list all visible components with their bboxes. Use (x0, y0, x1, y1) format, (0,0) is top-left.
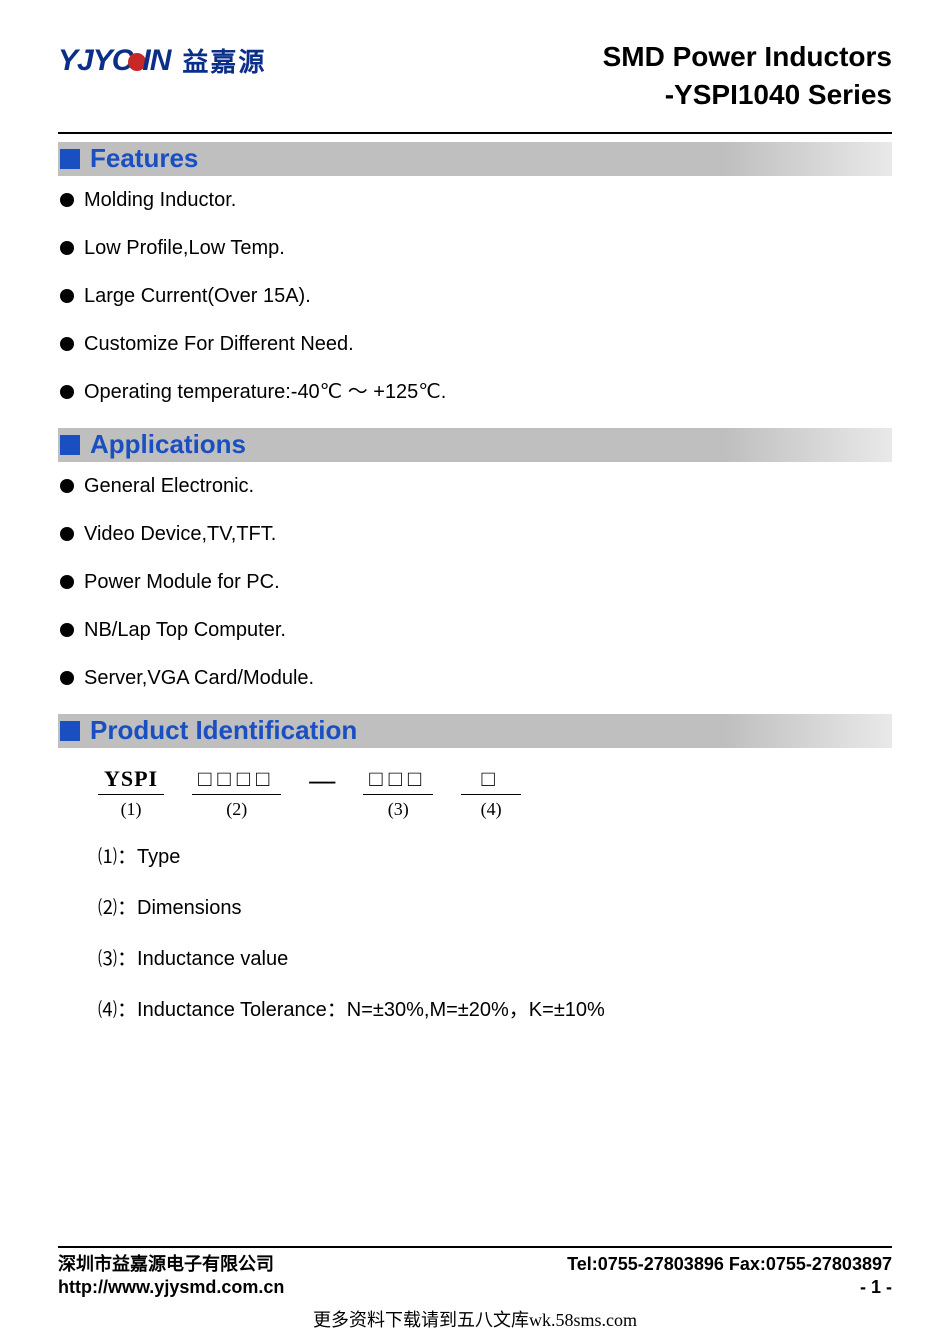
contact-info: Tel:0755-27803896 Fax:0755-27803897 (567, 1252, 892, 1277)
title-line-1: SMD Power Inductors (603, 38, 892, 76)
legend-row: ⑵：Dimensions (98, 891, 892, 920)
bullet-icon (60, 575, 74, 589)
application-text: Power Module for PC. (84, 570, 280, 594)
bullet-icon (60, 671, 74, 685)
section-title: Product Identification (90, 715, 357, 746)
id-part-2: □□□□ (2) (192, 766, 281, 820)
list-item: NB/Lap Top Computer. (60, 618, 892, 642)
page-number: - 1 - (860, 1277, 892, 1298)
bullet-icon (60, 193, 74, 207)
legend-text: ：Dimensions (117, 897, 241, 919)
list-item: Power Module for PC. (60, 570, 892, 594)
footer-row-1: 深圳市益嘉源电子有限公司 Tel:0755-27803896 Fax:0755-… (58, 1252, 892, 1277)
company-name: 深圳市益嘉源电子有限公司 (58, 1252, 274, 1277)
id-placeholder: □ (461, 766, 521, 795)
application-text: NB/Lap Top Computer. (84, 618, 286, 642)
id-index: (3) (363, 799, 433, 820)
legend-row: ⑶：Inductance value (98, 942, 892, 971)
application-text: Video Device,TV,TFT. (84, 522, 276, 546)
id-index: (1) (98, 799, 164, 820)
title-line-2: -YSPI1040 Series (603, 76, 892, 114)
id-dash: — (309, 766, 335, 796)
logo-chinese: 益嘉源 (182, 42, 266, 79)
feature-text: Molding Inductor. (84, 188, 236, 212)
website-url: http://www.yjysmd.com.cn (58, 1277, 284, 1298)
product-id-scheme: YSPI (1) □□□□ (2) — □□□ (3) □ (4) (98, 766, 892, 820)
square-marker-icon (60, 435, 80, 455)
feature-text: Low Profile,Low Temp. (84, 236, 285, 260)
logo-mark-right: IN (142, 44, 170, 77)
bullet-icon (60, 385, 74, 399)
logo-mark: YJYC IN (58, 44, 170, 78)
list-item: Low Profile,Low Temp. (60, 236, 892, 260)
id-code: YSPI (98, 766, 164, 795)
list-item: Molding Inductor. (60, 188, 892, 212)
applications-list: General Electronic. Video Device,TV,TFT.… (58, 474, 892, 690)
feature-text: Operating temperature:-40℃ ～ +125℃. (84, 380, 446, 404)
id-placeholder: □□□ (363, 766, 433, 795)
legend-row: ⑷：Inductance Tolerance：N=±30%,M=±20%，K=±… (98, 993, 892, 1022)
document-title: SMD Power Inductors -YSPI1040 Series (603, 38, 892, 114)
features-list: Molding Inductor. Low Profile,Low Temp. … (58, 188, 892, 404)
legend-text: ：Type (117, 846, 180, 868)
footer-row-2: http://www.yjysmd.com.cn - 1 - (58, 1277, 892, 1298)
feature-text: Customize For Different Need. (84, 332, 354, 356)
application-text: Server,VGA Card/Module. (84, 666, 314, 690)
id-index: (4) (461, 799, 521, 820)
list-item: Video Device,TV,TFT. (60, 522, 892, 546)
product-id-legend: ⑴：Type ⑵：Dimensions ⑶：Inductance value ⑷… (98, 840, 892, 1022)
application-text: General Electronic. (84, 474, 254, 498)
legend-num: ⑶ (98, 949, 117, 970)
id-index: (2) (192, 799, 281, 820)
legend-text: ：Inductance Tolerance：N=±30%,M=±20%，K=±1… (117, 999, 605, 1021)
header-row: YJYC IN 益嘉源 SMD Power Inductors -YSPI1040… (58, 38, 892, 114)
id-part-1: YSPI (1) (98, 766, 164, 820)
bullet-icon (60, 289, 74, 303)
legend-num: ⑴ (98, 847, 117, 868)
list-item: Large Current(Over 15A). (60, 284, 892, 308)
page-footer: 深圳市益嘉源电子有限公司 Tel:0755-27803896 Fax:0755-… (58, 1246, 892, 1298)
bullet-icon (60, 527, 74, 541)
section-header-applications: Applications (58, 428, 892, 462)
square-marker-icon (60, 149, 80, 169)
square-marker-icon (60, 721, 80, 741)
bullet-icon (60, 479, 74, 493)
legend-row: ⑴：Type (98, 840, 892, 869)
watermark-text: 更多资料下载请到五八文库wk.58sms.com (0, 1306, 950, 1332)
feature-text: Large Current(Over 15A). (84, 284, 311, 308)
section-title: Applications (90, 429, 246, 460)
logo-mark-left: YJYC (58, 44, 132, 77)
footer-divider (58, 1246, 892, 1248)
section-header-features: Features (58, 142, 892, 176)
header-divider (58, 132, 892, 134)
list-item: Customize For Different Need. (60, 332, 892, 356)
section-header-product-id: Product Identification (58, 714, 892, 748)
bullet-icon (60, 241, 74, 255)
list-item: Operating temperature:-40℃ ～ +125℃. (60, 380, 892, 404)
list-item: Server,VGA Card/Module. (60, 666, 892, 690)
legend-num: ⑵ (98, 898, 117, 919)
legend-num: ⑷ (98, 1000, 117, 1021)
id-part-3: □□□ (3) (363, 766, 433, 820)
bullet-icon (60, 337, 74, 351)
brand-logo: YJYC IN 益嘉源 (58, 38, 266, 79)
list-item: General Electronic. (60, 474, 892, 498)
id-part-4: □ (4) (461, 766, 521, 820)
section-title: Features (90, 143, 198, 174)
legend-text: ：Inductance value (117, 948, 288, 970)
id-placeholder: □□□□ (192, 766, 281, 795)
bullet-icon (60, 623, 74, 637)
